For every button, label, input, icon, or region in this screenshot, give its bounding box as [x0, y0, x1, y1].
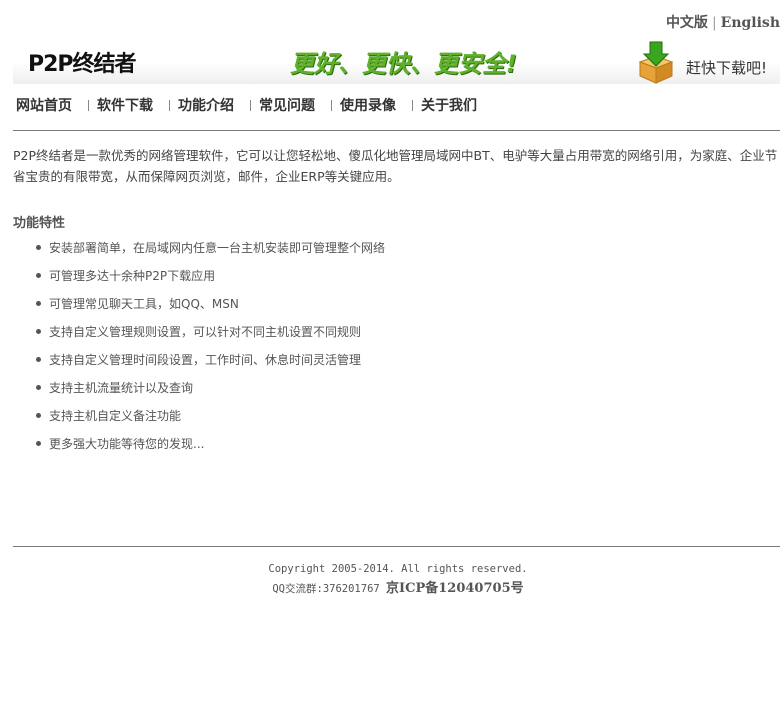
lang-english-link[interactable]: English: [721, 15, 780, 31]
nav-separator: [169, 100, 170, 111]
list-item: 支持自定义管理规则设置，可以针对不同主机设置不同规则: [35, 321, 385, 349]
nav-separator: [250, 100, 251, 111]
slogan: 更好、更快、更安全!: [290, 50, 517, 78]
lang-chinese-link[interactable]: 中文版: [666, 15, 708, 31]
footer-contact-line: QQ交流群:376201767 京ICP备12040705号: [0, 579, 780, 599]
icp-link[interactable]: 京ICP备12040705号: [386, 581, 524, 596]
download-box-icon[interactable]: [636, 40, 676, 84]
list-item: 可管理常见聊天工具，如QQ、MSN: [35, 293, 385, 321]
nav-download[interactable]: 软件下载: [97, 98, 153, 114]
download-now-link[interactable]: 赶快下载吧!: [686, 57, 767, 78]
top-divider: [13, 130, 780, 131]
lang-separator: |: [711, 15, 717, 31]
nav-separator: [412, 100, 413, 111]
nav-separator: [331, 100, 332, 111]
qq-group-text: QQ交流群:376201767: [272, 583, 380, 595]
features-list: 安装部署简单，在局域网内任意一台主机安装即可管理整个网络 可管理多达十余种P2P…: [13, 237, 385, 461]
list-item: 更多强大功能等待您的发现...: [35, 433, 385, 461]
nav-separator: [88, 100, 89, 111]
copyright-text: Copyright 2005-2014. All rights reserved…: [268, 563, 528, 575]
intro-paragraph: P2P终结者是一款优秀的网络管理软件，它可以让您轻松地、傻瓜化地管理局域网中BT…: [13, 148, 778, 184]
site-logo[interactable]: P2P终结者: [28, 46, 137, 78]
features-heading: 功能特性: [13, 216, 66, 231]
list-item: 可管理多达十余种P2P下载应用: [35, 265, 385, 293]
nav-faq[interactable]: 常见问题: [259, 98, 315, 114]
nav-about[interactable]: 关于我们: [421, 98, 477, 114]
bottom-divider: [13, 546, 780, 547]
nav-videos[interactable]: 使用录像: [340, 98, 396, 114]
footer: Copyright 2005-2014. All rights reserved…: [0, 560, 780, 599]
list-item: 支持主机流量统计以及查询: [35, 377, 385, 405]
main-nav: 网站首页 软件下载 功能介绍 常见问题 使用录像 关于我们: [16, 95, 477, 115]
nav-home[interactable]: 网站首页: [16, 98, 72, 114]
list-item: 支持主机自定义备注功能: [35, 405, 385, 433]
nav-features[interactable]: 功能介绍: [178, 98, 234, 114]
list-item: 安装部署简单，在局域网内任意一台主机安装即可管理整个网络: [35, 237, 385, 265]
language-switcher: 中文版 | English: [580, 12, 780, 32]
list-item: 支持自定义管理时间段设置，工作时间、休息时间灵活管理: [35, 349, 385, 377]
